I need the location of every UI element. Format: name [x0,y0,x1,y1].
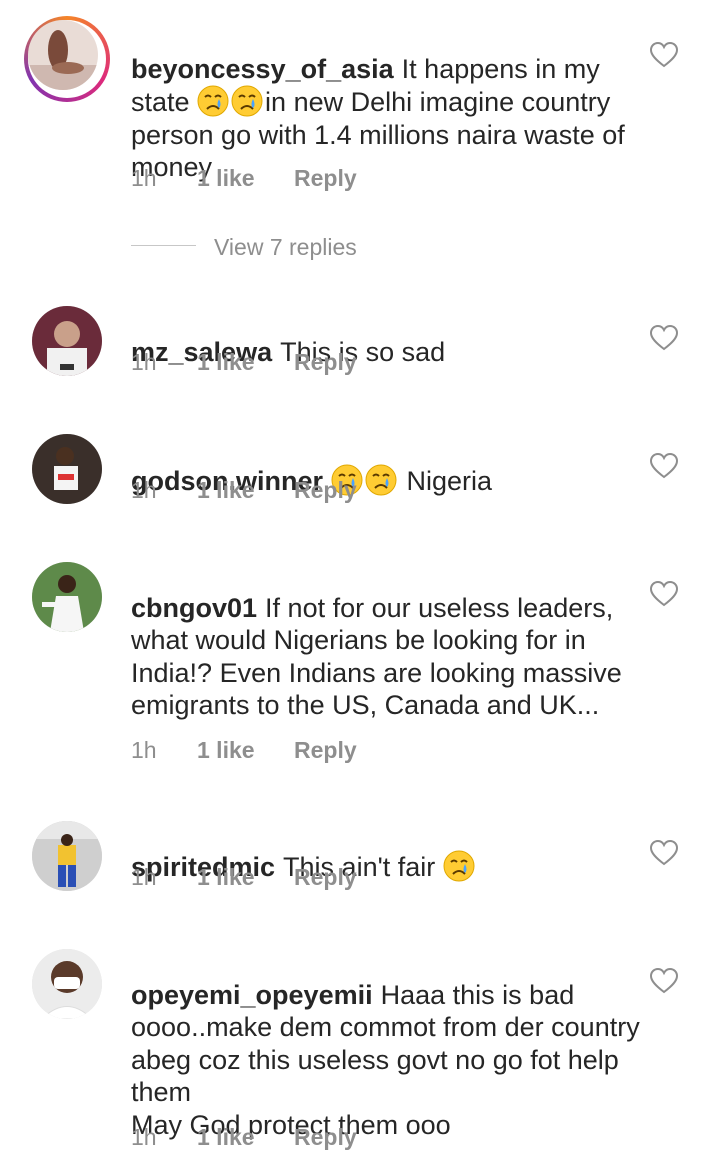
heart-outline-icon[interactable] [650,453,678,479]
comment-text: beyoncessy_of_asia It happens in my state… [131,20,641,184]
crying-face-icon [197,85,230,117]
comment-text: cbngov01 If not for our useless leaders, … [131,559,641,722]
reply-button[interactable]: Reply [294,735,357,765]
comment-username[interactable]: cbngov01 [131,593,257,623]
crying-face-icon [231,85,264,117]
comment-likes-button[interactable]: 1 like [197,475,255,505]
comment-body: Nigeria [406,465,493,496]
view-replies-button[interactable]: View 7 replies [131,232,431,262]
heart-outline-icon[interactable] [650,581,678,607]
heart-outline-icon[interactable] [650,325,678,351]
comment-likes-button[interactable]: 1 like [197,862,255,892]
reply-button[interactable]: Reply [294,1122,357,1152]
comment-time: 1h [131,477,157,503]
comment-time: 1h [131,737,157,763]
avatar[interactable] [32,949,102,1019]
comment-time: 1h [131,165,157,191]
comment-likes-button[interactable]: 1 like [197,735,255,765]
comment-username[interactable]: opeyemi_opeyemii [131,980,373,1010]
comment-time: 1h [131,349,157,375]
view-replies-label: View 7 replies [214,234,357,260]
avatar[interactable] [32,434,102,504]
avatar[interactable] [32,562,102,632]
comment-text: opeyemi_opeyemii Haaa this is bad oooo..m… [131,946,641,1141]
crying-face-icon [365,463,397,496]
crying-face-icon [442,849,475,882]
heart-outline-icon[interactable] [650,968,678,994]
comment-likes-button[interactable]: 1 like [197,163,255,193]
reply-button[interactable]: Reply [294,862,357,892]
avatar-image [28,20,98,90]
heart-outline-icon[interactable] [650,42,678,68]
comment-time: 1h [131,1124,157,1150]
comment-likes-button[interactable]: 1 like [197,1122,255,1152]
divider-line [131,245,196,246]
reply-button[interactable]: Reply [294,347,357,377]
avatar[interactable] [32,821,102,891]
comment-username[interactable]: beyoncessy_of_asia [131,54,394,84]
reply-button[interactable]: Reply [294,475,357,505]
comment-likes-button[interactable]: 1 like [197,347,255,377]
avatar[interactable] [32,306,102,376]
avatar[interactable] [24,16,110,102]
comment-time: 1h [131,864,157,890]
reply-button[interactable]: Reply [294,163,357,193]
heart-outline-icon[interactable] [650,840,678,866]
